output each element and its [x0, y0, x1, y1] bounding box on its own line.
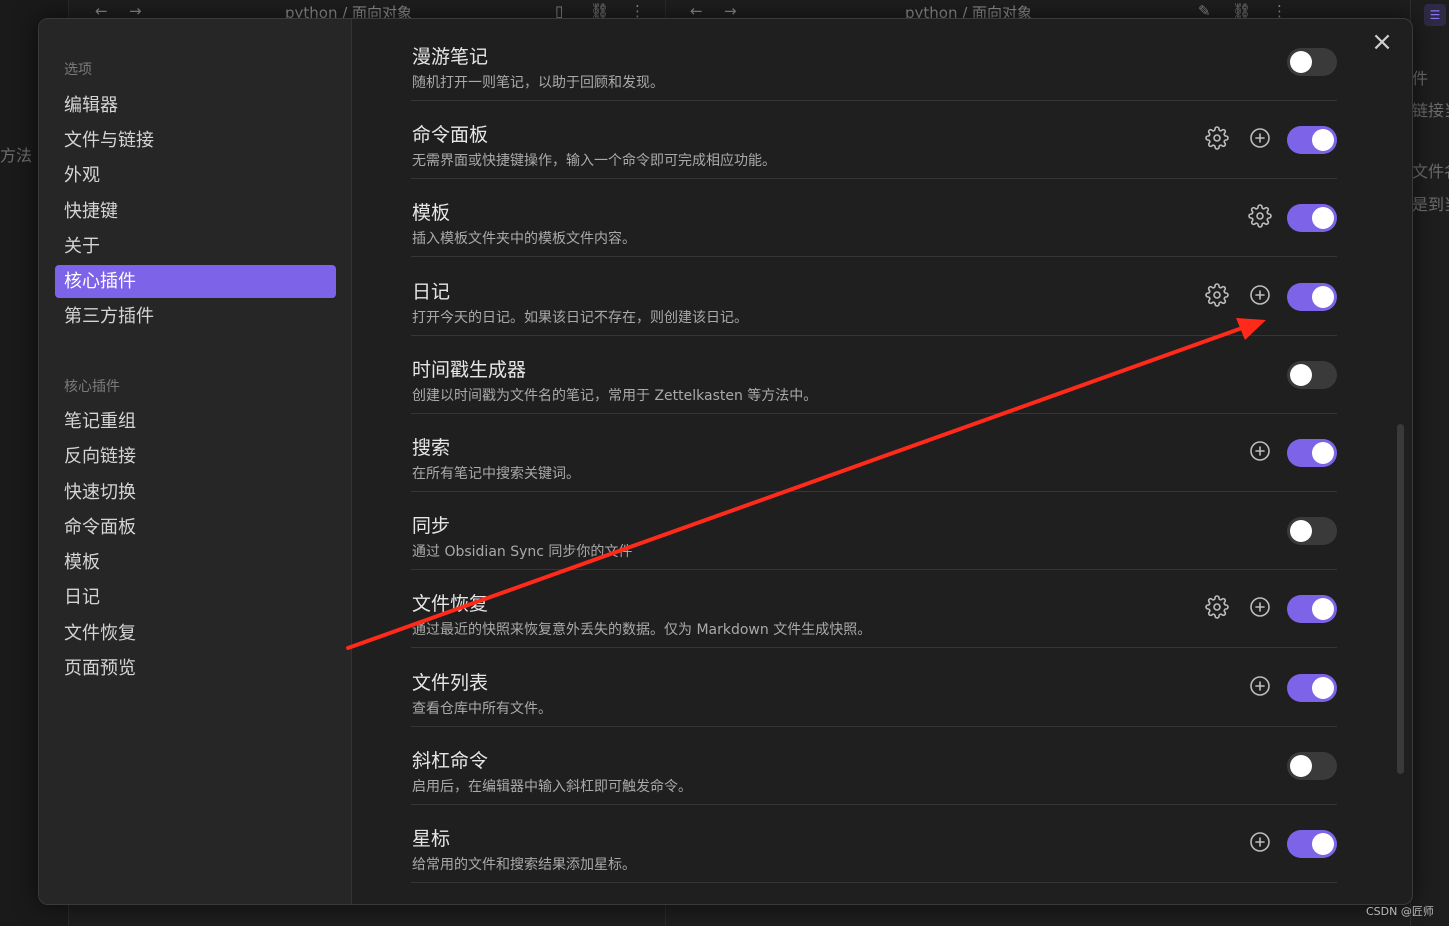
toggle-knob [1290, 363, 1312, 386]
plugin-row: 文件列表查看仓库中所有文件。 [411, 649, 1337, 727]
gear-icon[interactable] [1205, 595, 1229, 620]
plugin-description: 启用后，在编辑器中输入斜杠即可触发命令。 [412, 778, 692, 795]
gear-icon[interactable] [1205, 126, 1229, 150]
plugin-toggle[interactable] [1287, 204, 1337, 233]
toggle-knob [1312, 285, 1334, 308]
plugin-toggle[interactable] [1287, 282, 1337, 311]
background-right-text-1: 件 [1412, 69, 1429, 88]
plus-circle-icon[interactable] [1248, 595, 1272, 619]
core-plugins-heading: 核心插件 [64, 379, 120, 395]
watermark: CSDN @匠师 [1366, 905, 1434, 918]
plugin-toggle[interactable] [1287, 673, 1337, 702]
plugin-toggle[interactable] [1287, 751, 1337, 780]
background-right-text-4: 是到当 [1412, 195, 1449, 214]
plugin-row: 时间戳生成器创建以时间戳为文件名的笔记，常用于 Zettelkasten 等方法… [411, 336, 1337, 414]
toggle-knob [1312, 129, 1334, 152]
sidebar-item-core-plugins[interactable]: 核心插件 [55, 265, 336, 298]
plugin-description: 无需界面或快捷键操作，输入一个命令即可完成相应功能。 [412, 153, 776, 170]
plugin-name: 日记 [412, 280, 451, 303]
background-right-sidebar [1410, 0, 1449, 926]
plugin-row: 日记打开今天的日记。如果该日记不存在，则创建该日记。 [411, 258, 1337, 336]
plugin-name: 文件恢复 [412, 593, 489, 616]
background-right-text-3: 文件名 [1412, 162, 1449, 181]
plugin-description: 打开今天的日记。如果该日记不存在，则创建该日记。 [412, 309, 748, 326]
sidebar-item-file-recovery[interactable]: 文件恢复 [55, 617, 336, 650]
plugin-name: 命令面板 [412, 124, 489, 147]
sidebar-item-note-composer[interactable]: 笔记重组 [55, 405, 336, 438]
gear-icon[interactable] [1248, 204, 1272, 229]
plus-circle-icon[interactable] [1248, 439, 1272, 463]
plugin-row: 模板插入模板文件夹中的模板文件内容。 [411, 179, 1337, 258]
plugin-toggle[interactable] [1287, 439, 1337, 467]
plugin-name: 时间戳生成器 [412, 358, 527, 381]
scrollbar[interactable] [1397, 424, 1404, 774]
plugin-list: 漫游笔记随机打开一则笔记，以助于回顾和发现。命令面板无需界面或快捷键操作，输入一… [411, 19, 1337, 904]
list-icon[interactable]: ☰ [1424, 4, 1446, 26]
plugin-row: 搜索在所有笔记中搜索关键词。 [411, 414, 1337, 492]
toggle-knob [1312, 833, 1334, 855]
plugin-name: 文件列表 [412, 671, 489, 694]
options-heading: 选项 [64, 62, 92, 78]
plugin-row: 文件恢复通过最近的快照来恢复意外丢失的数据。仅为 Markdown 文件生成快照… [411, 570, 1337, 649]
sidebar-item-quick-switcher[interactable]: 快速切换 [55, 476, 336, 509]
plugin-name: 模板 [412, 202, 451, 225]
plugin-row: 斜杠命令启用后，在编辑器中输入斜杠即可触发命令。 [411, 727, 1337, 805]
sidebar-item-hotkeys[interactable]: 快捷键 [55, 195, 336, 228]
sidebar-item-community-plugins[interactable]: 第三方插件 [55, 300, 336, 333]
plugin-toggle[interactable] [1287, 48, 1337, 76]
plugin-name: 斜杠命令 [412, 749, 489, 772]
background-right-text-2: 链接当 [1412, 101, 1449, 120]
sidebar-item-daily-notes[interactable]: 日记 [55, 581, 336, 614]
gear-icon[interactable] [1205, 282, 1229, 307]
sidebar-item-command-palette[interactable]: 命令面板 [55, 511, 336, 544]
plugin-description: 通过最近的快照来恢复意外丢失的数据。仅为 Markdown 文件生成快照。 [412, 622, 872, 639]
sidebar-item-page-preview[interactable]: 页面预览 [55, 652, 336, 685]
sidebar-item-files-links[interactable]: 文件与链接 [55, 124, 336, 157]
plugin-description: 随机打开一则笔记，以助于回顾和发现。 [412, 75, 664, 91]
toggle-knob [1290, 51, 1312, 73]
plugin-toggle[interactable] [1287, 126, 1337, 155]
sidebar-item-templates[interactable]: 模板 [55, 546, 336, 579]
plugin-toggle[interactable] [1287, 830, 1337, 858]
plugin-description: 查看仓库中所有文件。 [412, 700, 552, 717]
plus-circle-icon[interactable] [1248, 830, 1272, 854]
plus-circle-icon[interactable] [1248, 283, 1272, 307]
plugin-row: 命令面板无需界面或快捷键操作，输入一个命令即可完成相应功能。 [411, 101, 1337, 180]
toggle-knob [1290, 520, 1312, 543]
plugin-toggle[interactable] [1287, 360, 1337, 389]
plugin-row: 同步通过 Obsidian Sync 同步你的文件 [411, 492, 1337, 571]
plugin-description: 给常用的文件和搜索结果添加星标。 [412, 857, 636, 873]
sidebar-item-appearance[interactable]: 外观 [55, 159, 336, 192]
plus-circle-icon[interactable] [1248, 126, 1272, 150]
plugin-description: 创建以时间戳为文件名的笔记，常用于 Zettelkasten 等方法中。 [412, 387, 818, 404]
background-left-edge-text: 方法 [0, 146, 33, 165]
sidebar-item-about[interactable]: 关于 [55, 230, 336, 263]
settings-sidebar: 选项 编辑器 文件与链接 外观 快捷键 关于 核心插件 第三方插件 核心插件 笔… [39, 19, 352, 904]
sidebar-item-editor[interactable]: 编辑器 [55, 89, 336, 122]
toggle-knob [1312, 442, 1334, 464]
plugin-description: 通过 Obsidian Sync 同步你的文件 [412, 544, 633, 561]
plugin-description: 在所有笔记中搜索关键词。 [412, 466, 580, 482]
plugin-name: 同步 [412, 515, 451, 538]
toggle-knob [1312, 207, 1334, 230]
plugin-row: 星标给常用的文件和搜索结果添加星标。 [411, 805, 1337, 883]
toggle-knob [1290, 754, 1312, 777]
plugin-name: 搜索 [412, 437, 451, 459]
close-button[interactable]: × [1369, 29, 1395, 55]
plugin-name: 漫游笔记 [412, 46, 489, 68]
sidebar-item-backlinks[interactable]: 反向链接 [55, 440, 336, 473]
plugin-description: 插入模板文件夹中的模板文件内容。 [412, 231, 636, 248]
toggle-knob [1312, 676, 1334, 699]
plugin-toggle[interactable] [1287, 595, 1337, 624]
settings-modal: 选项 编辑器 文件与链接 外观 快捷键 关于 核心插件 第三方插件 核心插件 笔… [38, 18, 1413, 905]
plugin-row: 漫游笔记随机打开一则笔记，以助于回顾和发现。 [411, 23, 1337, 101]
toggle-knob [1312, 598, 1334, 621]
plugin-toggle[interactable] [1287, 517, 1337, 546]
plugin-name: 星标 [412, 828, 451, 850]
plus-circle-icon[interactable] [1248, 674, 1272, 698]
